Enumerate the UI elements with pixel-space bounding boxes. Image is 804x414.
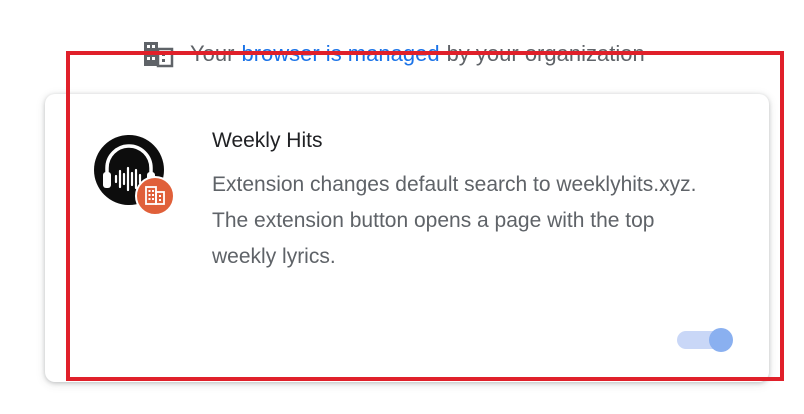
banner-prefix: Your [190,41,235,66]
extension-card: Weekly Hits Extension changes default se… [45,94,769,382]
toggle-knob [709,328,733,352]
extension-name: Weekly Hits [212,129,323,152]
building-icon [144,42,174,68]
banner-suffix: by your organization [446,41,645,66]
extension-logo-icon [94,135,175,216]
extension-description: Extension changes default search to week… [212,173,697,268]
managed-info-link[interactable]: browser is managed [241,41,439,67]
extension-enable-toggle[interactable] [677,328,733,352]
managed-banner: Your browser is managed by your organiza… [142,38,645,70]
enterprise-badge-icon [135,176,175,216]
